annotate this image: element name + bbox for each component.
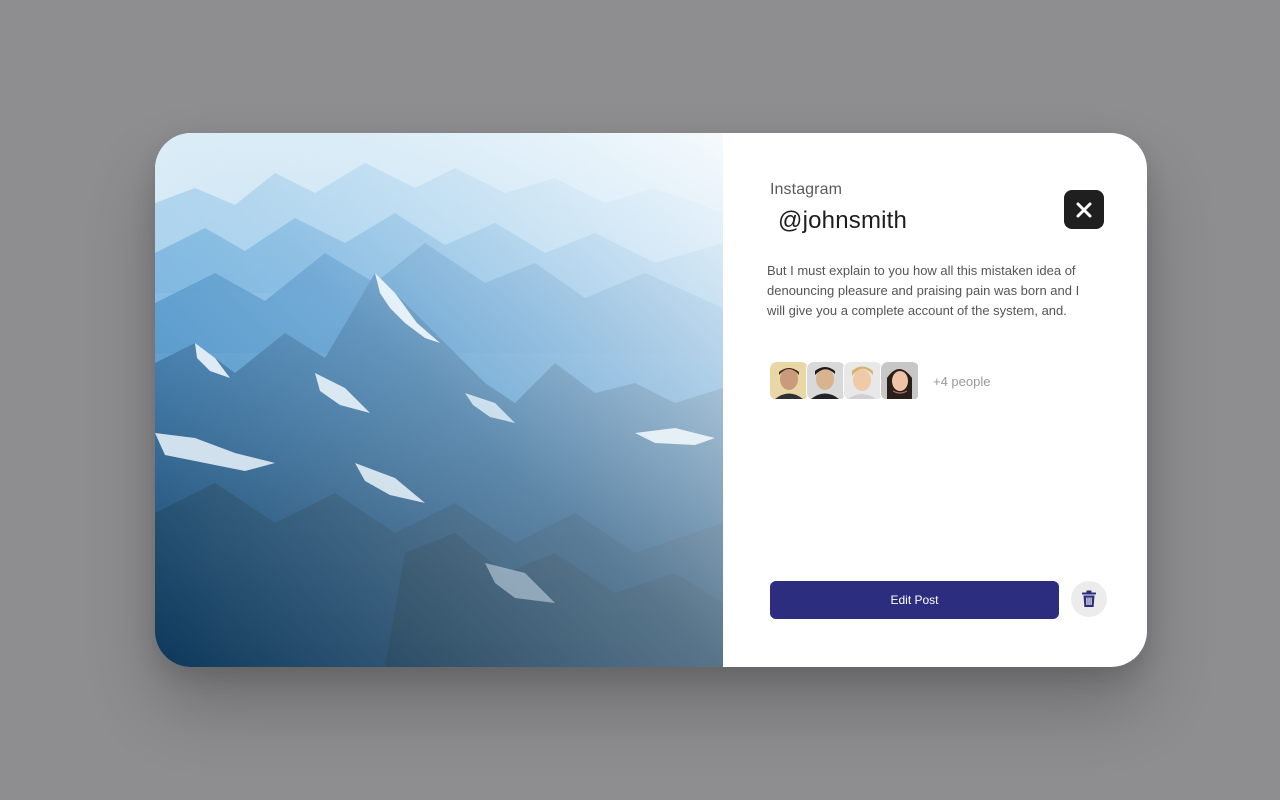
post-details: Instagram @johnsmith But I must explain … [723,133,1147,667]
person-avatar-icon [881,362,918,399]
person-avatar-icon [807,362,844,399]
post-description: But I must explain to you how all this m… [767,263,1080,318]
post-modal: Instagram @johnsmith But I must explain … [155,133,1147,667]
person-avatar-icon [844,362,881,399]
mountain-landscape-photo [155,133,723,667]
more-people-label[interactable]: +4 people [933,374,990,389]
trash-icon [1082,590,1096,607]
avatar[interactable] [769,361,809,401]
edit-post-button[interactable]: Edit Post [770,581,1059,619]
close-button[interactable] [1064,190,1104,229]
person-avatar-icon [770,362,807,399]
people-group[interactable]: +4 people [769,361,990,401]
close-icon [1076,202,1092,217]
delete-button[interactable] [1071,581,1107,617]
avatar[interactable] [806,361,846,401]
avatar[interactable] [880,361,920,401]
avatar[interactable] [843,361,883,401]
account-handle: @johnsmith [778,207,908,234]
platform-label: Instagram [770,181,843,198]
post-image [155,133,723,667]
